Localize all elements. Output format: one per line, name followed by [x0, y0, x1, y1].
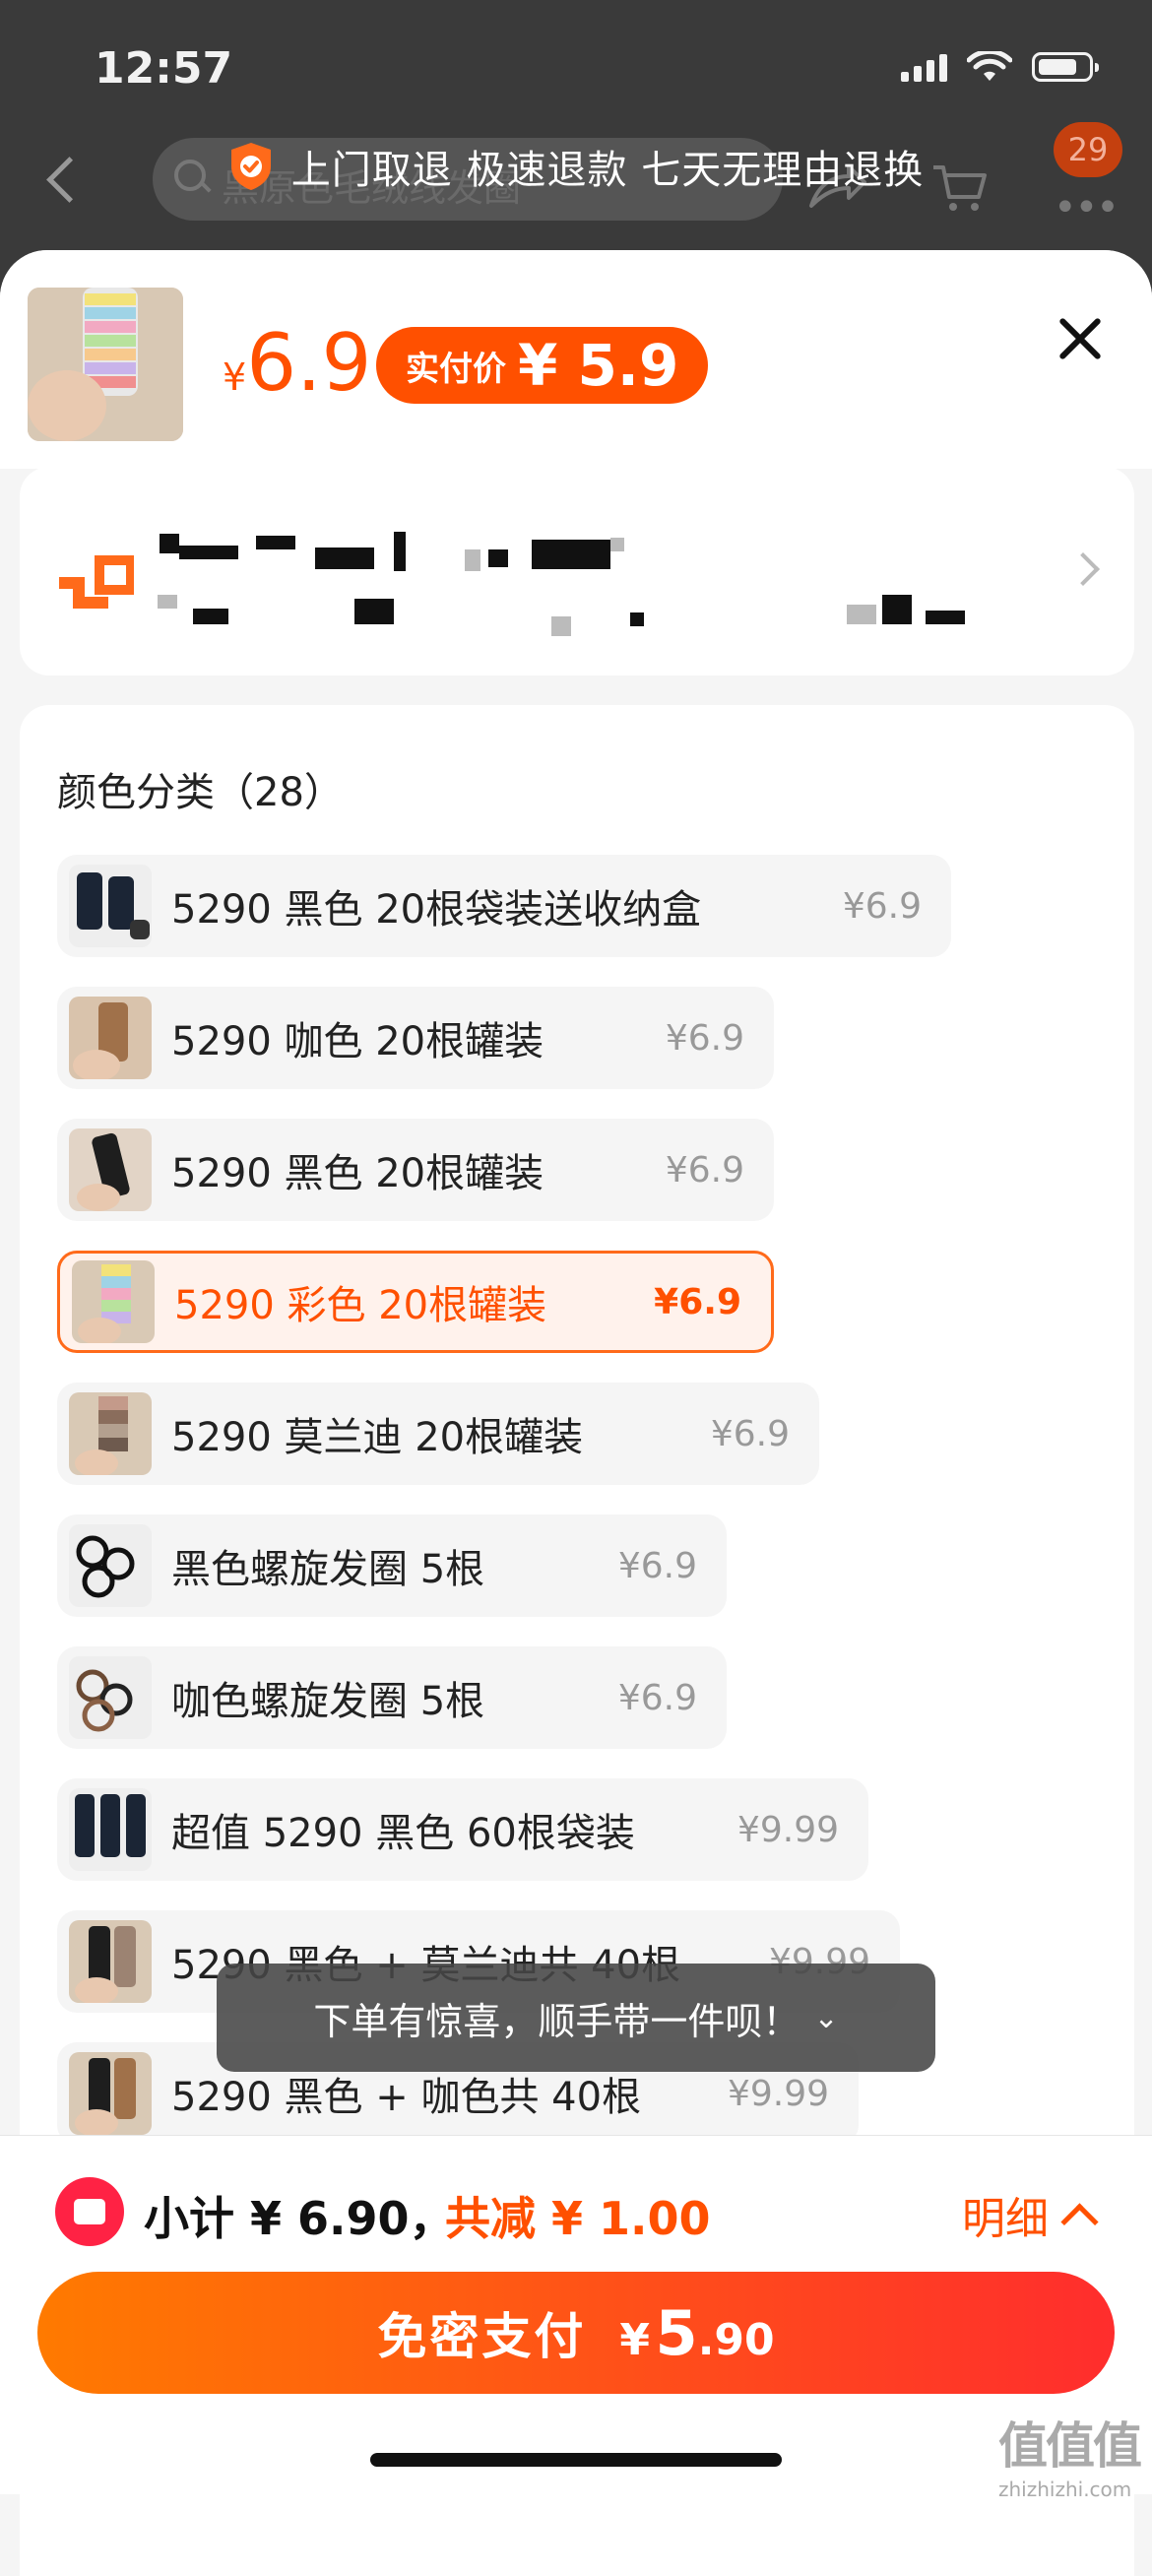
option-thumbnail — [69, 865, 152, 947]
chevron-double-down-icon: ⌄ — [813, 2000, 839, 2035]
battery-icon — [1032, 52, 1099, 82]
option-price: ¥6.9 — [710, 1413, 790, 1454]
signal-icon — [901, 52, 947, 82]
option-item[interactable]: 咖色螺旋发圈 5根 ¥6.9 — [57, 1646, 727, 1749]
detail-toggle[interactable]: 明细 — [962, 2183, 1099, 2246]
option-label: 5290 黑色 + 咖色共 40根 — [171, 2075, 642, 2120]
final-price-label: 实付价 — [406, 349, 506, 389]
option-price: ¥6.9 — [617, 1545, 697, 1586]
option-label: 5290 咖色 20根罐装 — [171, 1019, 544, 1064]
pay-button[interactable]: 免密支付 ¥ 5.90 — [37, 2272, 1115, 2394]
option-price: ¥9.99 — [736, 1809, 839, 1850]
subtotal-text: 小计 ¥ 6.90， — [144, 2192, 455, 2245]
watermark-url: zhizhizhi.com — [998, 2478, 1132, 2501]
option-price: ¥6.9 — [842, 885, 922, 927]
option-thumbnail — [69, 1920, 152, 2003]
option-price: ¥6.9 — [665, 1149, 744, 1191]
pay-button-label: 免密支付 — [377, 2308, 587, 2365]
option-thumbnail — [69, 1656, 152, 1739]
option-item[interactable]: 黑色螺旋发圈 5根 ¥6.9 — [57, 1514, 727, 1617]
coupon-icon — [55, 2177, 124, 2246]
option-price: ¥6.9 — [665, 1017, 744, 1059]
sku-price: ¥6.9 — [223, 317, 371, 409]
address-icon — [59, 555, 134, 609]
option-price: ¥9.99 — [727, 2073, 829, 2114]
option-item[interactable]: 5290 黑色 20根袋装送收纳盒 ¥6.9 — [57, 855, 951, 957]
option-thumbnail — [69, 1392, 152, 1475]
option-thumbnail — [69, 997, 152, 1079]
option-price: ¥6.9 — [617, 1677, 697, 1718]
product-thumbnail[interactable] — [28, 288, 183, 441]
watermark-glyphs: 值值值 — [998, 2417, 1142, 2475]
option-thumbnail — [69, 1524, 152, 1607]
home-indicator[interactable] — [370, 2453, 782, 2467]
address-card[interactable] — [20, 467, 1134, 676]
status-icons — [901, 51, 1099, 83]
option-thumbnail — [69, 1788, 152, 1871]
sheet-header: ¥6.9 实付价 ¥ 5.9 — [0, 250, 1152, 469]
watermark: 值值值 zhizhizhi.com — [998, 2407, 1146, 2501]
option-thumbnail — [72, 1260, 155, 1343]
pay-integer: 5 — [655, 2296, 698, 2369]
banner-text: 上门取退 极速退款 七天无理由退换 — [290, 148, 925, 193]
chevron-up-icon — [1060, 2202, 1099, 2241]
price-currency: ¥ — [223, 355, 247, 399]
final-price-pill: 实付价 ¥ 5.9 — [376, 327, 709, 404]
option-thumbnail — [69, 1128, 152, 1211]
option-item[interactable]: 5290 莫兰迪 20根罐装 ¥6.9 — [57, 1383, 819, 1485]
option-label: 5290 黑色 20根袋装送收纳盒 — [171, 887, 702, 933]
close-icon[interactable] — [1056, 315, 1103, 362]
option-price: ¥6.9 — [654, 1281, 741, 1322]
option-label: 超值 5290 黑色 60根袋装 — [171, 1811, 635, 1856]
discount-text: 共减 ¥ 1.00 — [445, 2192, 711, 2245]
pay-button-amount: ¥ 5.90 — [619, 2297, 774, 2369]
option-label: 5290 黑色 20根罐装 — [171, 1151, 544, 1196]
price-value: 6.9 — [246, 317, 372, 409]
chevron-right-icon — [1066, 552, 1100, 586]
option-label: 黑色螺旋发圈 5根 — [171, 1547, 485, 1592]
shield-check-icon — [230, 143, 271, 190]
option-label: 咖色螺旋发圈 5根 — [171, 1679, 485, 1724]
option-item[interactable]: 超值 5290 黑色 60根袋装 ¥9.99 — [57, 1778, 868, 1881]
service-banner: 上门取退 极速退款 七天无理由退换 — [0, 138, 1152, 196]
option-thumbnail — [69, 2052, 152, 2135]
final-price-value: ¥ 5.9 — [518, 332, 679, 399]
option-item[interactable]: 5290 黑色 20根罐装 ¥6.9 — [57, 1119, 774, 1221]
options-title: 颜色分类（28） — [57, 770, 344, 815]
wifi-icon — [967, 51, 1012, 81]
promo-toast[interactable]: 下单有惊喜，顺手带一件呗！ ⌄ — [217, 1964, 935, 2072]
option-label: 5290 彩色 20根罐装 — [174, 1283, 547, 1328]
pay-decimal: .90 — [697, 2314, 775, 2365]
option-item-selected[interactable]: 5290 彩色 20根罐装 ¥6.9 — [57, 1251, 774, 1353]
status-time: 12:57 — [95, 43, 233, 94]
option-label: 5290 莫兰迪 20根罐装 — [171, 1415, 584, 1460]
checkout-footer: 小计 ¥ 6.90， 共减 ¥ 1.00 明细 免密支付 ¥ 5.90 — [0, 2135, 1152, 2494]
pay-currency: ¥ — [619, 2314, 650, 2365]
detail-label: 明细 — [962, 2194, 1049, 2244]
toast-text: 下单有惊喜，顺手带一件呗！ — [313, 1999, 800, 2043]
option-item[interactable]: 5290 咖色 20根罐装 ¥6.9 — [57, 987, 774, 1089]
